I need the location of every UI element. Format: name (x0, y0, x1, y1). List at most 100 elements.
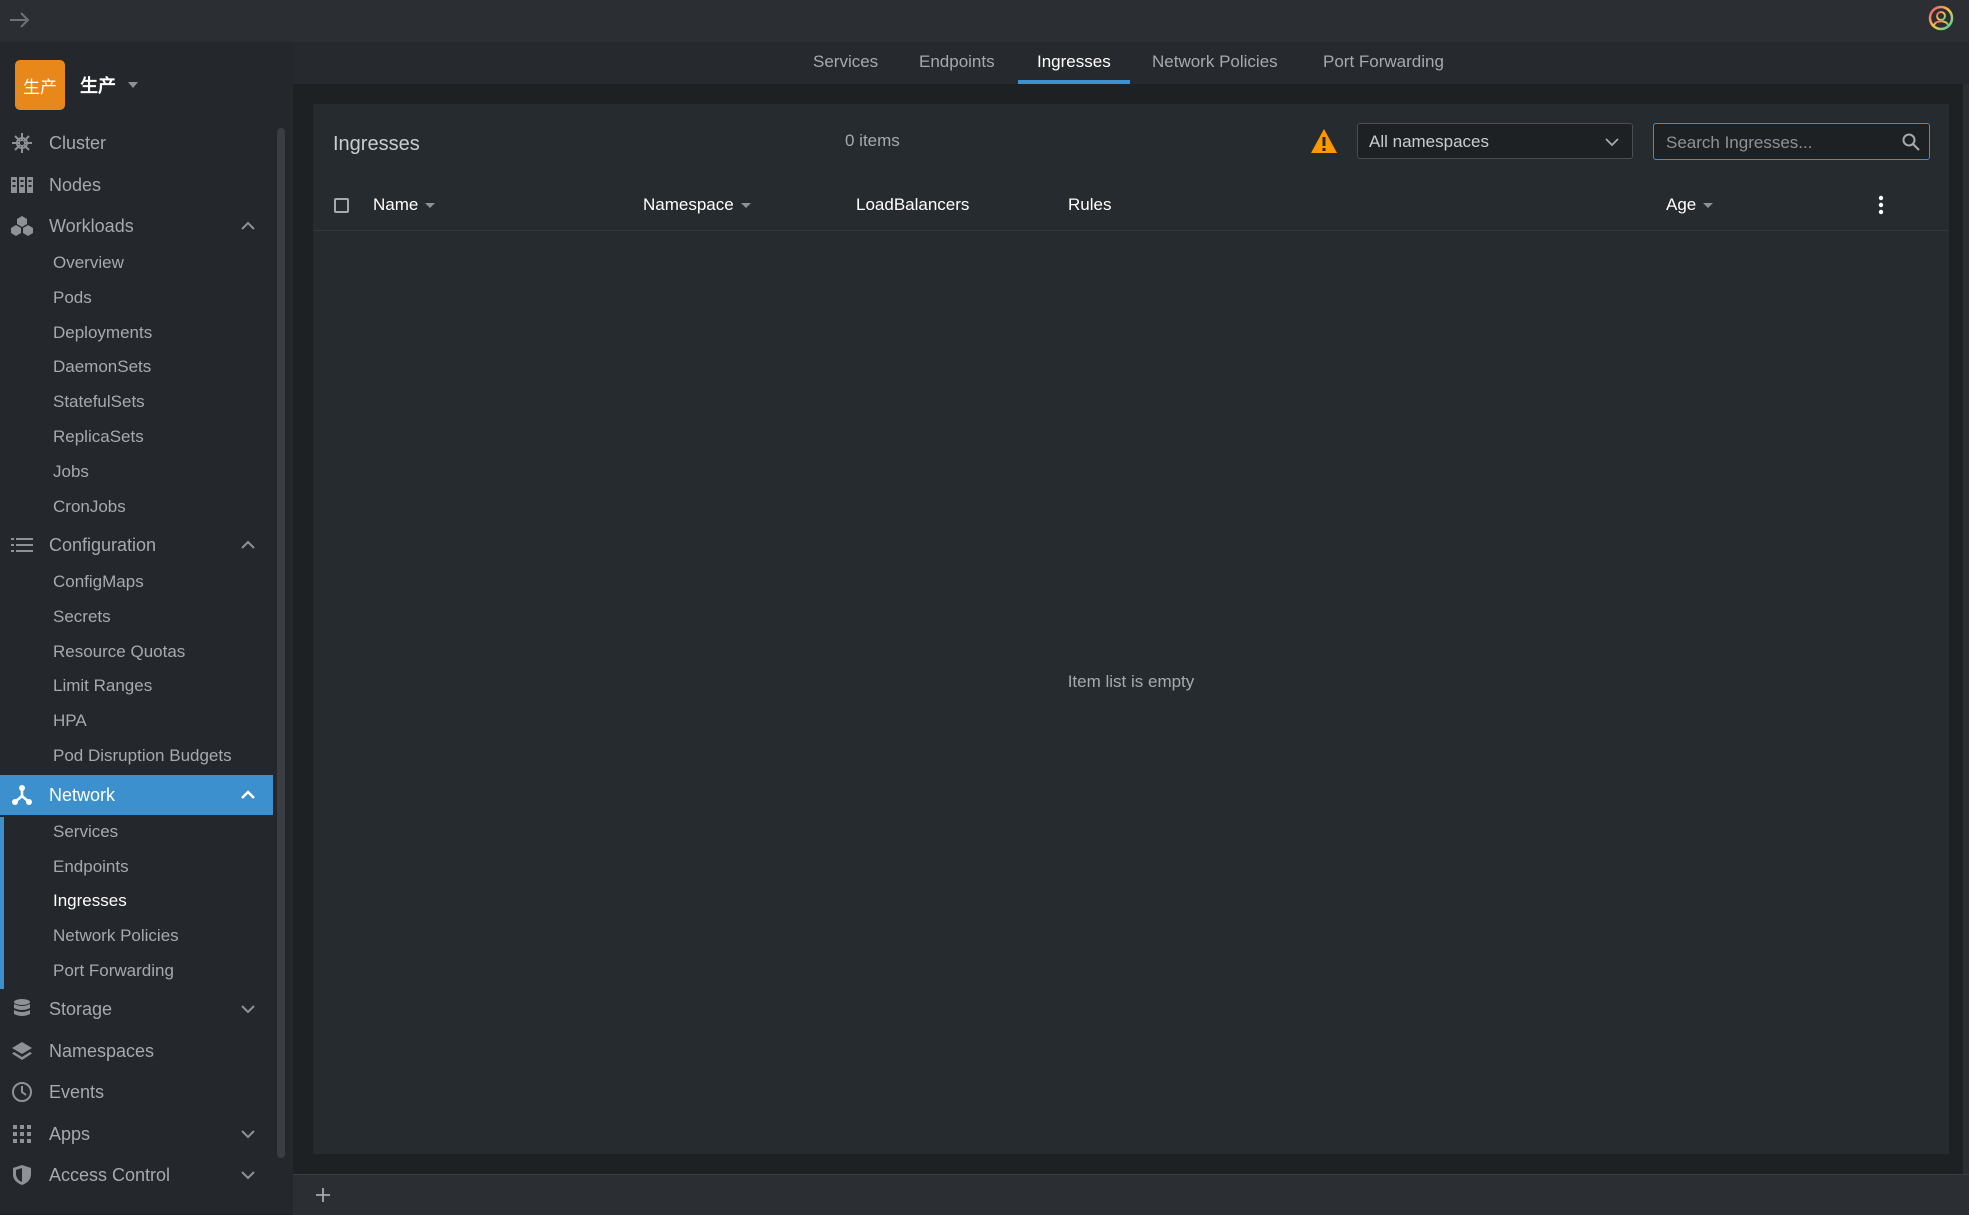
dock-bar (293, 1174, 1969, 1215)
list-icon (10, 533, 34, 557)
sidebar-item-label: Workloads (49, 215, 134, 236)
sort-icon (425, 202, 436, 208)
column-label: Name (373, 195, 419, 214)
sidebar-subitem-secrets[interactable]: Secrets (53, 602, 111, 632)
empty-state-message: Item list is empty (1067, 672, 1195, 691)
sidebar-item-network[interactable]: Network (0, 775, 273, 815)
sidebar-subitem-jobs[interactable]: Jobs (53, 457, 89, 487)
sidebar-item-label: Cluster (49, 132, 107, 153)
sidebar-subitem-services[interactable]: Services (53, 817, 118, 847)
column-loadbalancers: LoadBalancers (856, 195, 969, 215)
layers-icon (10, 1039, 34, 1063)
sort-icon (1703, 202, 1714, 208)
shield-icon (10, 1163, 34, 1187)
sidebar-item-label: Nodes (49, 174, 102, 195)
sidebar-item-label: Storage (49, 998, 113, 1019)
main-area: Services Endpoints Ingresses Network Pol… (293, 42, 1969, 1215)
column-rules: Rules (1068, 195, 1111, 215)
user-avatar-icon[interactable] (1927, 4, 1955, 32)
sidebar-scrollbar[interactable] (277, 128, 285, 1158)
sidebar-subitem-ingresses[interactable]: Ingresses (53, 886, 127, 916)
sidebar-item-nodes[interactable]: Nodes (0, 165, 273, 205)
chevron-down-icon[interactable] (237, 1164, 259, 1186)
sidebar-subitem-endpoints[interactable]: Endpoints (53, 852, 129, 882)
chevron-up-icon[interactable] (237, 534, 259, 556)
workspace-switcher[interactable]: 生产 生产 (15, 60, 138, 110)
workloads-icon (10, 214, 34, 238)
sidebar-item-cluster[interactable]: Cluster (0, 123, 273, 163)
sidebar-item-label: Network (49, 784, 116, 805)
tab-port-forwarding[interactable]: Port Forwarding (1323, 42, 1444, 84)
tab-services[interactable]: Services (813, 42, 878, 84)
sidebar-subitem-configmaps[interactable]: ConfigMaps (53, 567, 144, 597)
chevron-up-icon[interactable] (237, 784, 259, 806)
helm-icon (10, 131, 34, 155)
sidebar-item-label: Configuration (49, 534, 157, 555)
namespace-select[interactable]: All namespaces (1357, 123, 1633, 159)
sidebar-item-events[interactable]: Events (0, 1072, 273, 1112)
column-name[interactable]: Name (373, 195, 436, 215)
sidebar: 生产 生产 Cluster Nodes Workloads Overview P… (0, 42, 293, 1214)
sidebar-subitem-pods[interactable]: Pods (53, 283, 92, 313)
search-box[interactable] (1653, 123, 1930, 160)
workspace-name[interactable]: 生产 (80, 72, 116, 98)
sidebar-item-namespaces[interactable]: Namespaces (0, 1031, 273, 1071)
nodes-icon (10, 173, 34, 197)
tab-ingresses[interactable]: Ingresses (1018, 42, 1130, 84)
clock-icon (10, 1080, 34, 1104)
sidebar-subitem-overview[interactable]: Overview (53, 248, 124, 278)
main-scrollbar[interactable] (1963, 84, 1969, 1174)
search-input[interactable] (1664, 130, 1888, 156)
search-icon[interactable] (1901, 132, 1921, 152)
network-section-indicator (0, 817, 4, 989)
tab-network-policies[interactable]: Network Policies (1152, 42, 1278, 84)
sidebar-item-configuration[interactable]: Configuration (0, 525, 273, 565)
namespace-select-value: All namespaces (1369, 132, 1490, 151)
sidebar-item-label: Access Control (49, 1164, 171, 1185)
column-namespace[interactable]: Namespace (643, 195, 751, 215)
sidebar-subitem-resource-quotas[interactable]: Resource Quotas (53, 637, 185, 667)
select-all-checkbox[interactable] (334, 198, 349, 213)
sidebar-subitem-port-forwarding[interactable]: Port Forwarding (53, 956, 174, 986)
column-label: LoadBalancers (856, 195, 970, 214)
column-label: Rules (1068, 195, 1112, 214)
chevron-down-icon (1605, 138, 1619, 147)
sidebar-subitem-limit-ranges[interactable]: Limit Ranges (53, 671, 152, 701)
sidebar-item-storage[interactable]: Storage (0, 989, 273, 1029)
sidebar-subitem-pod-disruption-budgets[interactable]: Pod Disruption Budgets (53, 741, 232, 771)
ingresses-panel: Ingresses 0 items All namespaces Name Na… (313, 104, 1949, 1154)
workspace-avatar[interactable]: 生产 (15, 60, 65, 110)
column-age[interactable]: Age (1666, 195, 1714, 215)
arrow-right-icon[interactable] (6, 6, 34, 34)
column-label: Age (1666, 195, 1697, 214)
column-label: Namespace (643, 195, 734, 214)
sidebar-item-workloads[interactable]: Workloads (0, 206, 273, 246)
chevron-up-icon[interactable] (237, 215, 259, 237)
chevron-down-icon[interactable] (237, 998, 259, 1020)
sidebar-subitem-hpa[interactable]: HPA (53, 706, 87, 736)
network-icon (10, 783, 34, 807)
top-bar (0, 0, 1969, 42)
tab-endpoints[interactable]: Endpoints (919, 42, 995, 84)
sidebar-item-apps[interactable]: Apps (0, 1114, 273, 1154)
sidebar-subitem-cronjobs[interactable]: CronJobs (53, 492, 126, 522)
database-icon (10, 997, 34, 1021)
plus-icon[interactable] (313, 1185, 333, 1205)
item-count: 0 items (845, 131, 900, 150)
sidebar-item-label: Apps (49, 1123, 91, 1144)
network-tabs: Services Endpoints Ingresses Network Pol… (293, 42, 1969, 84)
warning-icon[interactable] (1310, 128, 1338, 154)
chevron-down-icon[interactable] (237, 1123, 259, 1145)
sidebar-subitem-replicasets[interactable]: ReplicaSets (53, 422, 144, 452)
sidebar-item-access-control[interactable]: Access Control (0, 1155, 273, 1195)
more-options-icon[interactable] (1875, 194, 1887, 216)
sidebar-subitem-network-policies[interactable]: Network Policies (53, 921, 179, 951)
sidebar-subitem-deployments[interactable]: Deployments (53, 318, 152, 348)
sidebar-item-label: Events (49, 1081, 105, 1102)
apps-grid-icon (10, 1122, 34, 1146)
sidebar-subitem-daemonsets[interactable]: DaemonSets (53, 352, 151, 382)
sidebar-subitem-statefulsets[interactable]: StatefulSets (53, 387, 145, 417)
page-title: Ingresses (333, 133, 420, 155)
sidebar-item-label: Namespaces (49, 1040, 155, 1061)
caret-down-icon[interactable] (128, 82, 138, 88)
